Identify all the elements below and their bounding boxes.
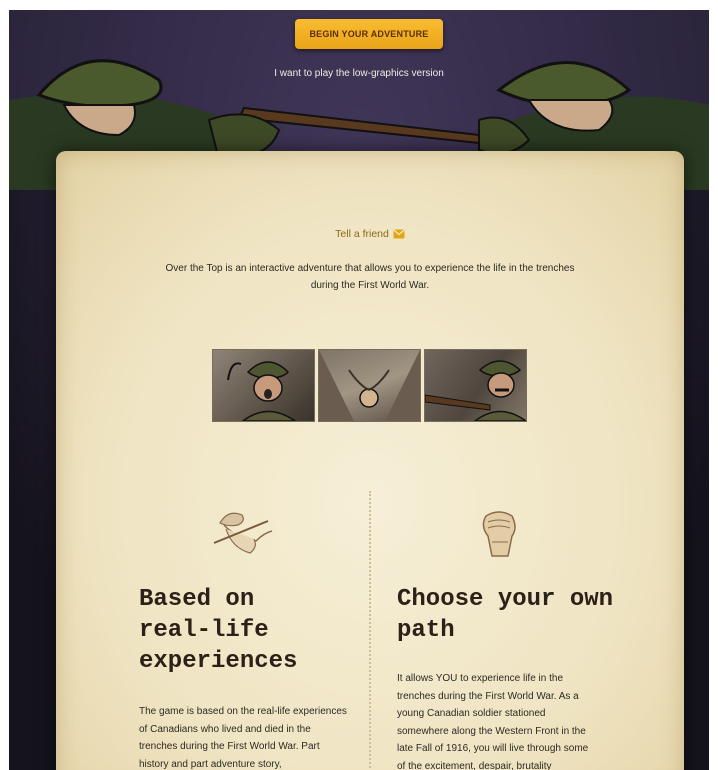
feature-title-real-life: Based on real-life experiences — [139, 586, 298, 675]
column-divider — [369, 491, 371, 770]
tell-a-friend-link[interactable]: Tell a friend — [56, 228, 684, 240]
envelope-icon — [393, 229, 405, 239]
content-paper: Tell a friend Over the Top is an interac… — [56, 151, 684, 770]
clenched-fist-icon — [482, 511, 516, 557]
low-graphics-link[interactable]: I want to play the low-graphics version — [209, 68, 509, 79]
comic-panel-trench-scene — [318, 349, 421, 422]
page-frame: BEGIN YOUR ADVENTURE I want to play the … — [9, 10, 709, 770]
comic-panel-soldier-aiming — [424, 349, 529, 422]
feature-title-choose-path: Choose your own path — [397, 586, 614, 644]
tell-a-friend-label: Tell a friend — [335, 228, 389, 240]
intro-description: Over the Top is an interactive adventure… — [165, 263, 575, 291]
feature-body-choose-path: It allows YOU to experience life in the … — [397, 673, 589, 770]
begin-adventure-button[interactable]: BEGIN YOUR ADVENTURE — [295, 19, 443, 49]
comic-panel-soldier-portrait — [212, 349, 315, 422]
feature-body-real-life: The game is based on the real-life exper… — [139, 706, 347, 770]
soldier-crawling-icon — [213, 512, 273, 554]
